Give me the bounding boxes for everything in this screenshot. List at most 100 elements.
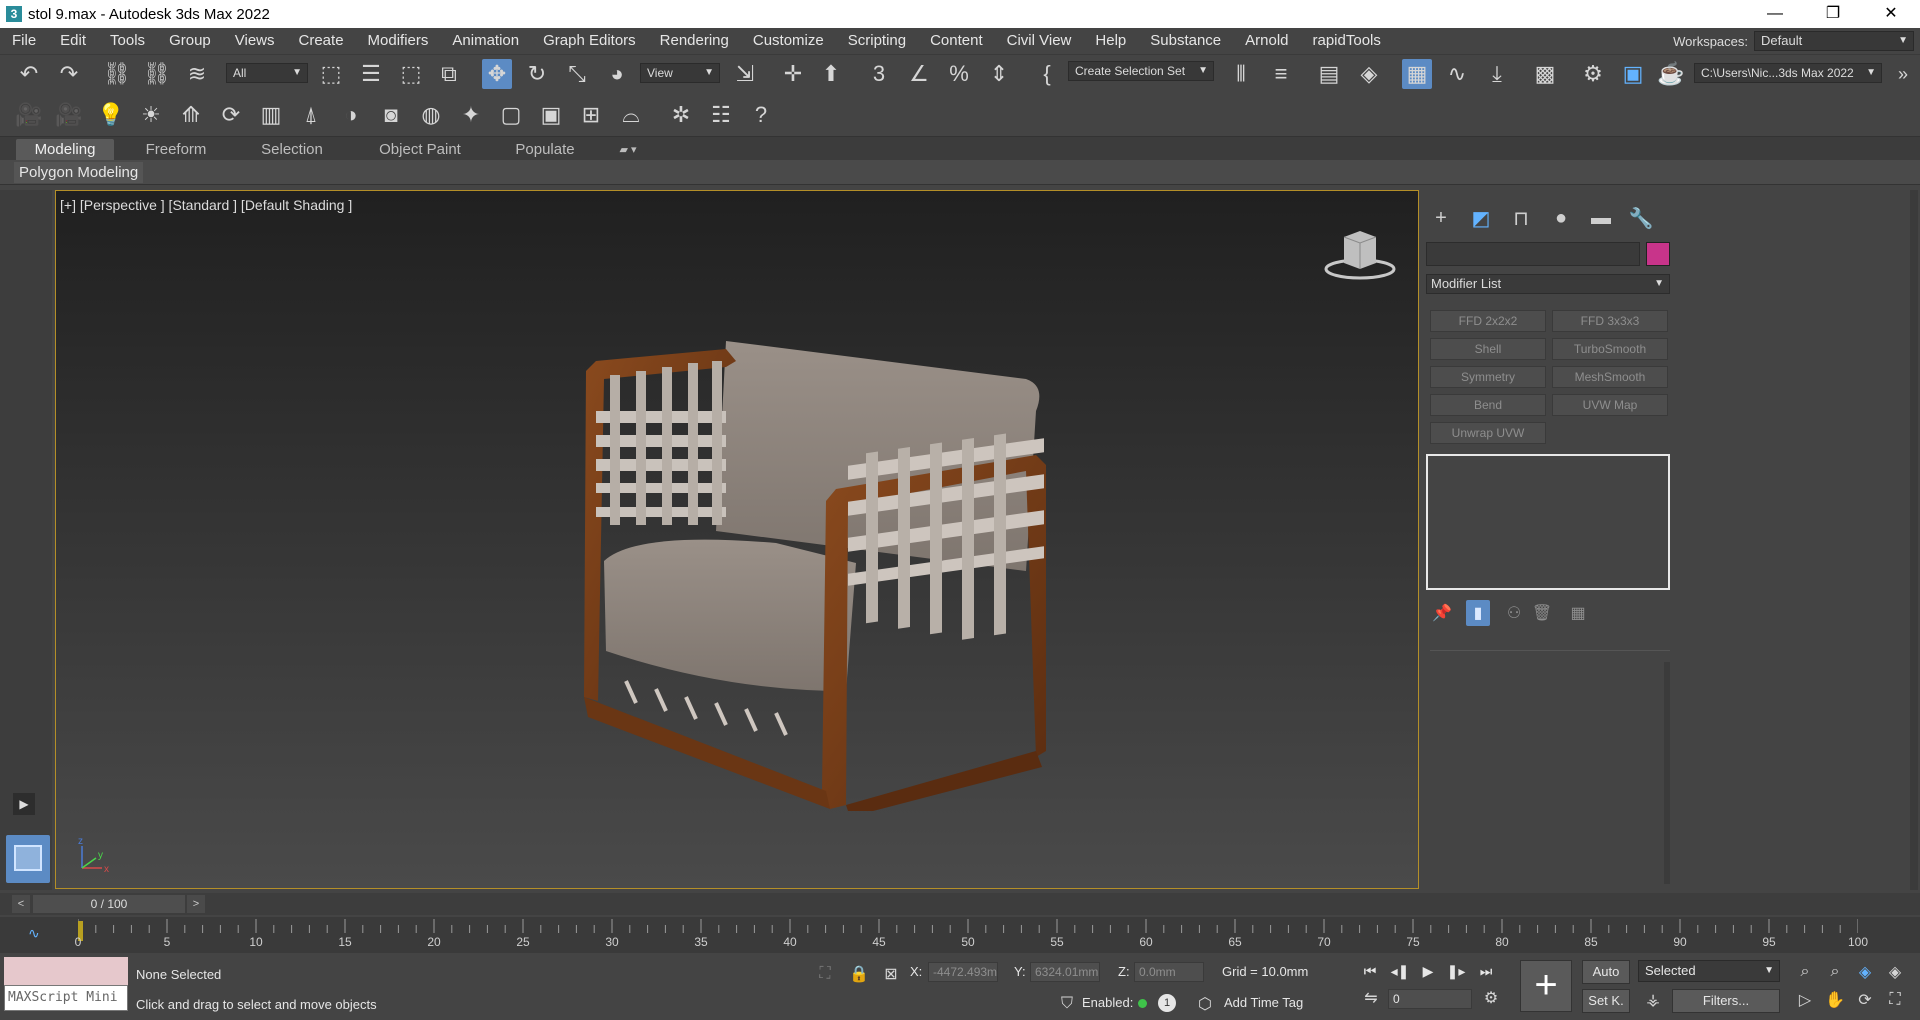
menu-modifiers[interactable]: Modifiers <box>356 28 441 54</box>
curve-editor-icon[interactable]: ∿ <box>1442 59 1472 89</box>
menu-views[interactable]: Views <box>223 28 287 54</box>
utilities-tab-icon[interactable]: 🔧 <box>1626 204 1656 232</box>
zoom-all-icon[interactable]: ⌕ <box>1822 959 1848 985</box>
camera-sequencer-icon[interactable]: 🎥 <box>54 100 84 130</box>
menu-customize[interactable]: Customize <box>741 28 836 54</box>
menu-substance[interactable]: Substance <box>1138 28 1233 54</box>
align-icon[interactable]: ≡ <box>1266 59 1296 89</box>
tab-populate[interactable]: Populate <box>500 139 590 161</box>
perspective-viewport[interactable]: [+] [Perspective ] [Standard ] [Default … <box>55 190 1419 889</box>
modifier-meshsmooth-button[interactable]: MeshSmooth <box>1552 366 1668 388</box>
maxscript-input[interactable]: MAXScript Mini <box>4 985 128 1011</box>
ribbon-toggle-icon[interactable]: ▦ <box>1402 59 1432 89</box>
modifier-uvw-map-button[interactable]: UVW Map <box>1552 394 1668 416</box>
object-color-swatch[interactable] <box>1646 242 1670 266</box>
material-editor-icon[interactable]: ▩ <box>1530 59 1560 89</box>
toolbar-overflow-icon[interactable]: » <box>1888 59 1918 89</box>
select-and-move-icon[interactable]: ✥ <box>482 59 512 89</box>
keyboard-shortcut-override-icon[interactable]: ⬆ <box>816 59 846 89</box>
orbit-icon[interactable]: ⟳ <box>1852 987 1878 1013</box>
zoom-icon[interactable]: ⌕ <box>1792 959 1818 985</box>
text-panel-icon[interactable]: ▥ <box>256 100 286 130</box>
tab-selection[interactable]: Selection <box>246 139 338 161</box>
mirror-icon[interactable]: ⫴ <box>1226 59 1256 89</box>
tab-freeform[interactable]: Freeform <box>130 139 222 161</box>
restore-button[interactable]: ❐ <box>1804 0 1862 28</box>
sun-icon[interactable]: ☀ <box>136 100 166 130</box>
select-and-scale-icon[interactable]: ⤡ <box>562 59 592 89</box>
layer-explorer-icon[interactable]: ◈ <box>1354 59 1384 89</box>
dome-light-icon[interactable]: ◑ <box>336 100 366 130</box>
render-view-icon[interactable]: ▣ <box>536 100 566 130</box>
time-configuration-icon[interactable]: ⚙ <box>1478 985 1504 1011</box>
go-to-end-icon[interactable]: ⏭ <box>1474 960 1498 982</box>
undo-icon[interactable]: ↶ <box>14 59 44 89</box>
modifier-stack[interactable] <box>1426 454 1670 590</box>
modifier-ffd-2x2x2-button[interactable]: FFD 2x2x2 <box>1430 310 1546 332</box>
create-tab-icon[interactable]: + <box>1426 204 1456 232</box>
link-icon[interactable]: ⛓ <box>102 59 132 89</box>
menu-file[interactable]: File <box>0 28 48 54</box>
key-mode-toggle-icon[interactable]: ⇋ <box>1358 985 1384 1011</box>
filters-button[interactable]: Filters... <box>1672 989 1780 1013</box>
y-coord-field[interactable]: 6324.01mm <box>1030 962 1100 982</box>
spinner-snap-icon[interactable]: ⇕ <box>984 59 1014 89</box>
menu-group[interactable]: Group <box>157 28 223 54</box>
object-name-field[interactable] <box>1426 242 1640 266</box>
region-icon[interactable]: ⊞ <box>576 100 606 130</box>
absolute-mode-icon[interactable]: ⊠ <box>878 961 904 987</box>
tab-object-paint[interactable]: Object Paint <box>370 139 470 161</box>
make-unique-icon[interactable]: ⚇ <box>1502 600 1526 626</box>
motion-tab-icon[interactable]: ● <box>1546 204 1576 232</box>
unlink-icon[interactable]: ⛓ <box>142 59 172 89</box>
polygon-modeling-panel[interactable]: Polygon Modeling <box>14 162 144 183</box>
reference-coordinate-dropdown[interactable]: View ▼ <box>640 63 720 83</box>
configure-modifier-sets-icon[interactable]: ▦ <box>1566 600 1590 626</box>
modifier-list-dropdown[interactable]: Modifier List ▼ <box>1426 274 1670 294</box>
ribbon-options-icon[interactable]: ▰ ▾ <box>610 139 646 161</box>
hierarchy-tab-icon[interactable]: ⊓ <box>1506 204 1536 232</box>
bitmap-icon[interactable]: ⟳ <box>216 100 246 130</box>
play-icon[interactable]: ▶ <box>1416 960 1440 982</box>
modifier-turbosmooth-button[interactable]: TurboSmooth <box>1552 338 1668 360</box>
panel-scrollbar[interactable] <box>1664 662 1670 884</box>
time-slider-prev-button[interactable]: < <box>12 895 30 913</box>
help-icon[interactable]: ? <box>746 100 776 130</box>
camera-icon[interactable]: 🎥 <box>14 100 44 130</box>
menu-help[interactable]: Help <box>1083 28 1138 54</box>
light-icon[interactable]: ✦ <box>456 100 486 130</box>
material-sphere-icon[interactable]: ◙ <box>376 100 406 130</box>
panel-divider[interactable] <box>1430 650 1670 651</box>
close-button[interactable]: ✕ <box>1862 0 1920 28</box>
select-object-icon[interactable]: ⬚ <box>316 59 346 89</box>
select-by-name-icon[interactable]: ☰ <box>356 59 386 89</box>
frame-icon[interactable]: ▢ <box>496 100 526 130</box>
bind-space-warp-icon[interactable]: ≋ <box>182 59 212 89</box>
modifier-ffd-3x3x3-button[interactable]: FFD 3x3x3 <box>1552 310 1668 332</box>
track-bar[interactable]: ∿ 0 5 10 15 20 25 30 35 40 45 50 55 60 65 70 75 80 85 90 95… <box>0 917 1920 953</box>
key-filters-icon[interactable]: ⚶ <box>1640 987 1666 1013</box>
expand-layouts-icon[interactable]: ▶ <box>13 793 35 815</box>
rectangular-selection-icon[interactable]: ⬚ <box>396 59 426 89</box>
add-time-tag-button[interactable]: Add Time Tag <box>1224 995 1303 1010</box>
window-crossing-icon[interactable]: ⧉ <box>434 59 464 89</box>
viewport-layout-button[interactable] <box>6 835 50 883</box>
pan-view-icon[interactable]: ✋ <box>1822 987 1848 1013</box>
modifier-unwrap-uvw-button[interactable]: Unwrap UVW <box>1430 422 1546 444</box>
current-frame-field[interactable]: 0 <box>1388 989 1472 1009</box>
modifier-shell-button[interactable]: Shell <box>1430 338 1546 360</box>
percent-snap-icon[interactable]: % <box>944 59 974 89</box>
zoom-extents-icon[interactable]: ◈ <box>1852 959 1878 985</box>
menu-graph-editors[interactable]: Graph Editors <box>531 28 648 54</box>
z-coord-field[interactable]: 0.0mm <box>1134 962 1204 982</box>
menu-civil-view[interactable]: Civil View <box>995 28 1084 54</box>
select-manipulate-icon[interactable]: ✛ <box>778 59 808 89</box>
snaps-toggle-icon[interactable]: 3 <box>864 59 894 89</box>
menu-content[interactable]: Content <box>918 28 995 54</box>
set-key-button[interactable]: + <box>1520 960 1572 1012</box>
workspaces-dropdown[interactable]: Default ▼ <box>1754 31 1914 51</box>
display-tab-icon[interactable]: ▬ <box>1586 204 1616 232</box>
maxscript-output[interactable] <box>4 957 128 985</box>
redo-icon[interactable]: ↷ <box>54 59 84 89</box>
menu-create[interactable]: Create <box>287 28 356 54</box>
